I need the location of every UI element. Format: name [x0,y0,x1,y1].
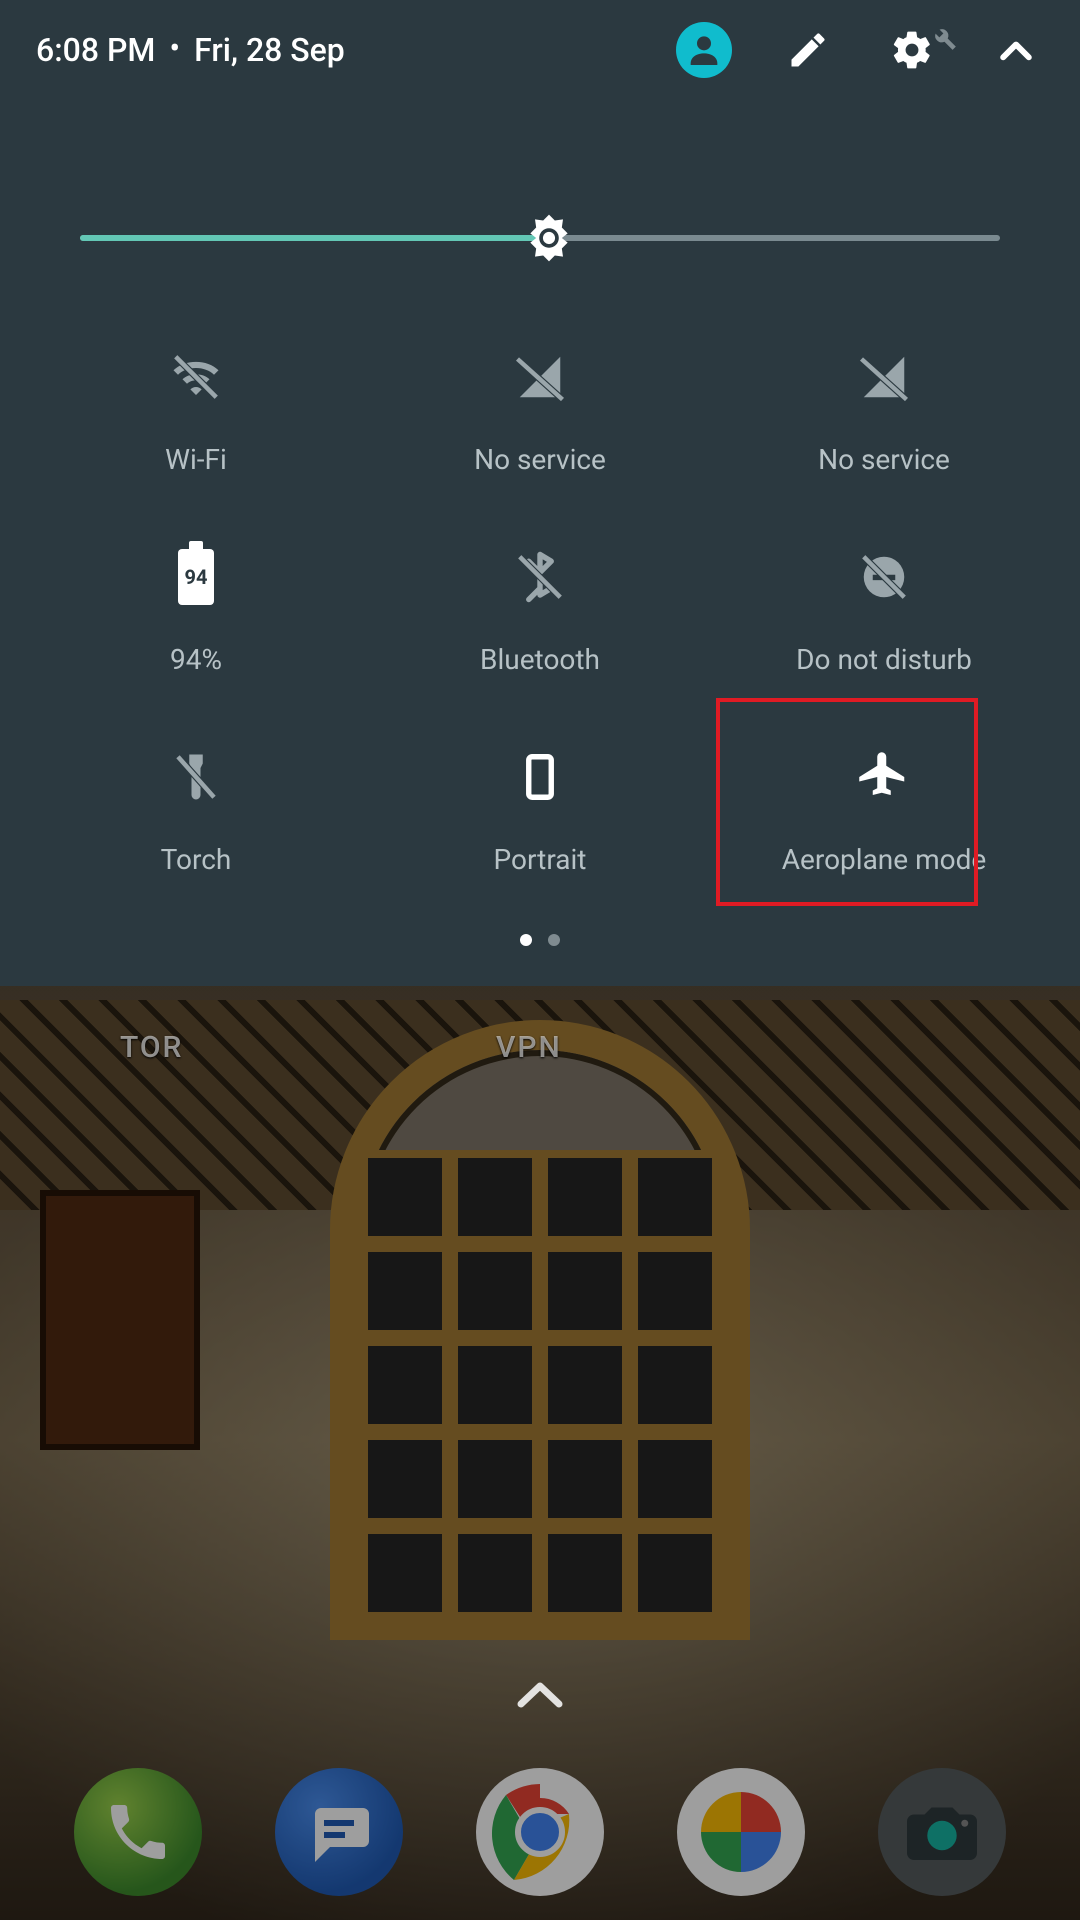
user-avatar-button[interactable] [676,22,732,78]
qs-tile-sim1[interactable]: No service [368,310,712,510]
wallpaper-door-grid [360,1150,720,1620]
qs-tile-airplane[interactable]: Aeroplane mode [712,710,1056,910]
quick-settings-panel: 6:08 PM • Fri, 28 Sep Wi-Fi No service No … [0,0,1080,986]
status-time: 6:08 PM [36,31,155,69]
status-date[interactable]: Fri, 28 Sep [194,31,345,69]
qs-tile-label: No service [474,443,606,476]
wifi-off-icon [164,345,228,409]
signal-off-icon [508,345,572,409]
bluetooth-off-icon [508,545,572,609]
qs-tile-rotation[interactable]: Portrait [368,710,712,910]
qs-tile-label: Bluetooth [480,643,600,676]
wallpaper-side-door [40,1190,200,1450]
qs-tile-torch[interactable]: Torch [24,710,368,910]
page-dot[interactable] [548,934,560,946]
gear-icon [890,28,934,72]
battery-icon: 94 [164,545,228,609]
qs-tile-dnd[interactable]: Do not disturb [712,510,1056,710]
dock-photos-icon[interactable] [677,1768,805,1896]
dock-chrome-icon[interactable] [476,1768,604,1896]
portrait-icon [508,745,572,809]
qs-tile-label: 94% [170,643,222,676]
edit-tiles-button[interactable] [780,22,836,78]
home-dock [0,1752,1080,1912]
chevron-up-icon [994,28,1038,72]
brightness-slider[interactable] [80,210,1000,266]
pencil-icon [786,28,830,72]
qs-tile-label: Aeroplane mode [782,843,986,876]
qs-tile-grid: Wi-Fi No service No service 94 94% Bluetooth D… [0,310,1080,910]
torch-off-icon [164,745,228,809]
brightness-thumb-icon[interactable] [521,210,577,266]
qs-tile-label: Torch [161,843,232,876]
qs-tile-label: Do not disturb [796,643,972,676]
user-avatar-icon [676,22,732,78]
qs-tile-label: Wi-Fi [165,443,227,476]
collapse-panel-button[interactable] [988,22,1044,78]
home-shortcut-vpn-label[interactable]: VPN [496,1030,562,1065]
status-dot-separator: • [169,32,180,64]
signal-off-icon [852,345,916,409]
qs-header: 6:08 PM • Fri, 28 Sep [0,0,1080,100]
qs-page-indicator[interactable] [0,934,1080,946]
qs-tile-label: Portrait [494,843,587,876]
qs-tile-bluetooth[interactable]: Bluetooth [368,510,712,710]
battery-level-text: 94 [185,565,208,589]
dnd-off-icon [852,545,916,609]
qs-tile-label: No service [818,443,950,476]
dock-camera-icon[interactable] [878,1768,1006,1896]
qs-tile-wifi[interactable]: Wi-Fi [24,310,368,510]
settings-button[interactable] [884,22,940,78]
app-drawer-up-icon[interactable] [517,1678,563,1712]
qs-tile-battery[interactable]: 94 94% [24,510,368,710]
page-dot[interactable] [520,934,532,946]
qs-tile-sim2[interactable]: No service [712,310,1056,510]
home-shortcut-tor-label[interactable]: TOR [120,1030,183,1065]
dock-messages-icon[interactable] [275,1768,403,1896]
brightness-track-fill [80,235,549,241]
dock-phone-icon[interactable] [74,1768,202,1896]
wrench-icon [932,26,958,52]
airplane-icon [852,745,916,809]
